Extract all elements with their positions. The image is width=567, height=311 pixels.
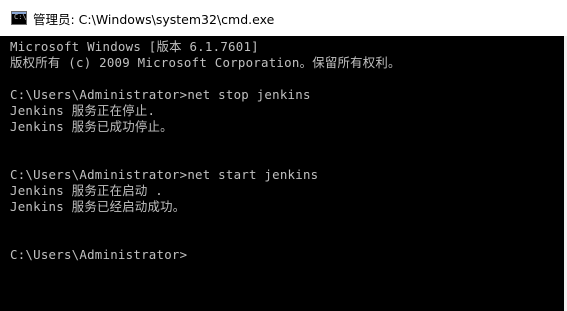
cmd-icon[interactable]: C:\ (11, 11, 27, 25)
window-title: 管理员: C:\Windows\system32\cmd.exe (33, 11, 275, 27)
title-bar[interactable]: C:\ 管理员: C:\Windows\system32\cmd.exe (0, 0, 567, 36)
console-line: 版权所有 (c) 2009 Microsoft Corporation。保留所有… (10, 55, 401, 70)
console-line: C:\Users\Administrator>net start jenkins (10, 167, 319, 182)
console-line: Microsoft Windows [版本 6.1.7601] (10, 39, 259, 54)
console-line: Jenkins 服务正在启动 . (10, 183, 163, 198)
console-line: Jenkins 服务已经启动成功。 (10, 199, 186, 214)
console-line: C:\Users\Administrator>net stop jenkins (10, 87, 311, 102)
console-output[interactable]: Microsoft Windows [版本 6.1.7601] 版权所有 (c)… (0, 36, 567, 311)
command-prompt-line[interactable]: C:\Users\Administrator> (10, 247, 567, 263)
console-line: Jenkins 服务正在停止. (10, 103, 156, 118)
console-line: Jenkins 服务已成功停止。 (10, 119, 173, 134)
cmd-window: C:\ 管理员: C:\Windows\system32\cmd.exe Mic… (0, 0, 567, 311)
